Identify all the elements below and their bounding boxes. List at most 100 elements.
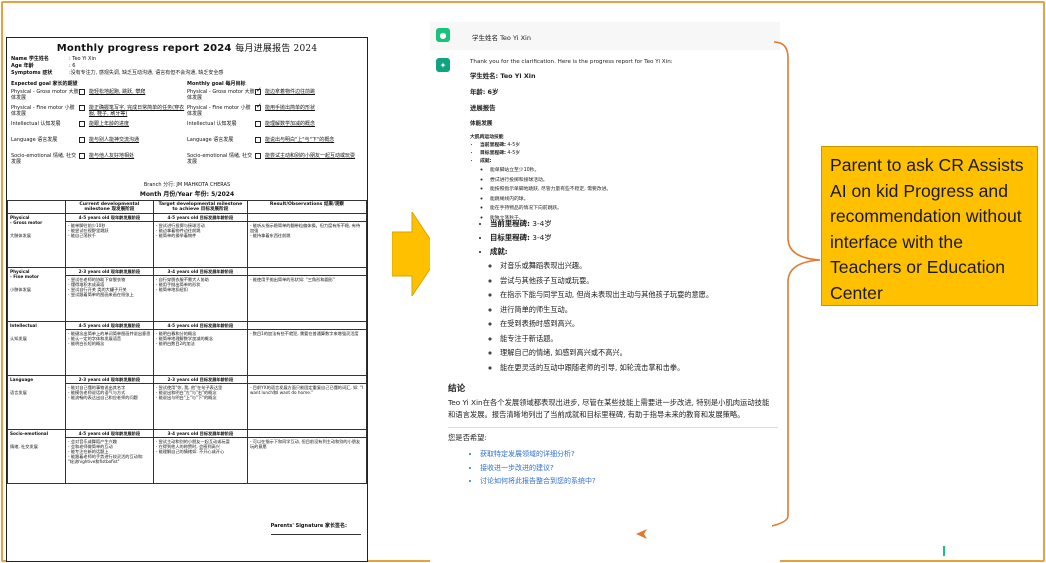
goal-category: Socio-emotional 情绪, 社交发展 [187,153,253,165]
age-result [246,375,367,384]
conclusion-heading: 结论 [448,384,466,394]
cell-result: - 可以在指示下和同学互动, 但目前没有到主动和别的小朋友玩的意愿 [246,437,367,484]
milestone-table: Current developmental milestone 现发展阶段 Ta… [7,200,367,484]
list-item: 对音乐或舞蹈表现出兴趣。 [500,259,750,274]
item-value: 4-5岁 [505,143,521,148]
age-result [246,429,367,438]
user-message: 学生姓名 Teo Yi Xin [472,34,531,42]
checkbox-icon [79,121,85,127]
age-row: Intellectual 认知发展 4-5 years old 现年龄发展阶段 4-5… [7,321,367,376]
checkbox-icon [255,121,261,127]
goal-category: Intellectual 认知发展 [187,121,237,127]
item-label: 当前里程碑: [480,143,506,148]
checkbox-icon [79,137,85,143]
goal-category: Intellectual 认知发展 [11,121,61,127]
list-item: 在指示下能与同学互动, 但尚未表现出主动与其他孩子玩耍的意愿。 [500,288,750,303]
section-name: Intellectual 认知发展 [7,321,66,376]
age-row: Physical - Fine motor 小肢体发展 2-3 years old 现… [7,267,367,322]
age-current: 2-3 years old 现年龄发展阶段 [65,375,154,384]
cell-target: - 自行穿脱衣服不需大人协助 - 能用手抛出简单的形状 - 能简单地扣纽扣 [152,275,248,322]
cell-result: - 目前YX的语言发展方面只能固定重复自己已懂的词汇, 如: "I want l… [246,383,367,430]
section-title: Intellectual [10,323,37,328]
col-target: Target developmental milestone to achiev… [152,200,248,214]
list-item: 在受到表扬时感到高兴。 [500,317,750,332]
list-item: 能专注于新话题。 [500,332,750,347]
followup-question: 您是否希望: [448,433,487,442]
goals-section: Expected goal 家长的期望 Physical - Gross mot… [7,77,367,169]
goal-row: Physical - Gross motor 大肢体发展 能边拿着物件边往前跳 [187,87,363,103]
section-zh: 小肢体发展 [10,287,31,292]
signature-line [271,534,361,535]
cell-target: - 尝试主动和别的小朋友一起互动或玩耍 - 在得到他人的称赞时, 会感到高兴 -… [152,437,248,484]
cell-result: - 能听从指示稳简单的翻带粒偏体操。但力度有所不稳, 有待加强 - 能持拿着东西… [246,221,367,268]
followup-link[interactable]: 接收进一步改进的建议? [480,462,750,476]
age-current: 4-5 years old 现年龄发展阶段 [65,429,154,438]
item-value: 3-4岁 [529,233,552,242]
list-item: 能跳绳线内的球。 [490,195,750,205]
goal-row: Physical - Fine motor 小肢体发展 能正确握笔写字, 完成日常… [11,105,187,119]
item-label: 成就: [490,247,508,256]
goal-text: 能理解数学加减的概念 [265,121,316,127]
checkbox-icon [79,89,85,95]
checkbox-icon [79,105,85,111]
goal-text: 能跟上年龄的进度 [89,121,130,127]
monthly-goals: Monthly goal 每月目标 Physical - Gross motor… [187,81,363,169]
conclusion-text: Teo Yi Xin在各个发展领域都表现出进步, 尽管在某些技能上需要进一步改进… [448,398,770,419]
followup-link[interactable]: 讨论如何将此报告整合到您的系统中? [480,475,750,489]
goal-text: 能用手抛出简单的形状 [265,105,316,111]
list-item: 尝试与其他孩子互动或玩耍。 [500,274,750,289]
list-item: 成就: 能单脚站立至少10秒。尝试进行投掷和接球活动。能按照指示单脚地跳跃, 尽管… [480,158,750,223]
assistant-avatar-icon: ✦ [436,58,450,72]
bracket-arrow [772,41,821,527]
goal-category: Physical - Fine motor 小肢体发展 [11,105,75,117]
goal-row: Socio-emotional 情绪, 社交发展 能尝试主动和别的小朋友一起互动或… [187,153,363,167]
goal-text: 能轻松地起跑, 跳跃, 攀爬 [89,89,146,95]
cell-target: - 尝试使用"你, 我, 他"在句子表达里 - 能说出和明白"左"与"右"的概念… [152,383,248,430]
goal-row: Language 语言发展 能与别人能神交流沟通 [11,137,187,151]
section-title: Language [10,377,34,382]
divider [448,427,778,428]
list-item: 尝试进行投掷和接球活动。 [490,176,750,186]
section-zh: 情绪, 社交发展 [10,444,38,449]
goal-text: 能与别人能神交流沟通 [89,137,140,143]
item-label: 目标里程碑: [480,151,506,156]
followup-links: 获取特定发展领域的详细分析?接收进一步改进的建议?讨论如何将此报告整合到您的系统… [480,448,750,489]
goal-text: 能正确握笔写字, 完成日常简单的任务(穿衣服, 鞋子, 刷牙等) [89,105,185,117]
goal-row: Intellectual 认知发展 能理解数学加减的概念 [187,121,363,135]
goal-category: Physical - Gross motor 大肢体发展 [11,89,79,101]
section-name: Language 语言发展 [7,375,66,430]
goal-row: Physical - Fine motor 小肢体发展 能用手抛出简单的形状 [187,103,363,119]
cell-result: - 数目1的加法有些不就犯, 需要在普通算数字来增强灵活度 [246,329,367,376]
callout-box: Parent to ask CR Assists AI on kid Progr… [821,146,1038,306]
item-label: 目标里程碑: [490,233,530,242]
list-item: 目标里程碑: 3-4岁 [490,231,750,245]
section-name: Physical - Gross motor 大肢体发展 [7,213,66,268]
list-item: 当前里程碑: 3-4岁 [490,217,750,231]
followup-link[interactable]: 获取特定发展领域的详细分析? [480,448,750,462]
user-avatar-icon: ● [436,28,450,42]
achievement-list: 对音乐或舞蹈表现出兴趣。尝试与其他孩子互动或玩耍。在指示下能与同学互动, 但尚未… [500,259,750,375]
cell-current: - 能对自己懂的事物说出其名字 - 能模仿老师说话的语气与方式 - 能流畅的表达… [65,383,154,430]
section-zh: 大肢体发展 [10,233,31,238]
expected-goals: Expected goal 家长的期望 Physical - Gross mot… [11,81,187,169]
branch-line: Branch 分行: JM MAHKOTA CHERAS [143,182,231,188]
list-item: 能在手持物品的情况下向前跳跃。 [490,204,750,214]
cell-current: - 能单脚往前少10秒 - 能尝试在视野里跳跃 - 能自己荡秋千 [65,221,154,268]
section-subtitle: - Fine motor [10,274,39,279]
list-item: 能单脚站立至少10秒。 [490,166,750,176]
goal-row: Language 语言发展 能说出与明白"上"与"下"的概念 [187,137,363,151]
student-info: Name 学生姓名: Teo Yi Xin Age 年龄: 6 Symptoms… [11,56,224,76]
age-result [246,321,367,330]
list-item: 当前里程碑: 4-5岁 [480,142,750,150]
section-zh: 认知发展 [10,336,27,341]
checkbox-icon [255,103,262,111]
cursor-mark [943,546,945,556]
list-item: 目标里程碑: 4-5岁 [480,150,750,158]
section-zh: 语言发展 [10,390,27,395]
goal-category: Physical - Gross motor 大肢体发展 [187,89,255,101]
list-item: 理解自己的情绪, 如感到高兴或不高兴。 [500,346,750,361]
month-line: Month 月份/Year 年份: 5/2024 [139,191,235,198]
goal-category: Socio-emotional 情绪, 社交发展 [11,153,77,165]
item-value: 3-4岁 [529,219,552,228]
list-item: 能按照指示单脚地跳跃, 尽管力量有些不稳定, 需要改进。 [490,185,750,195]
